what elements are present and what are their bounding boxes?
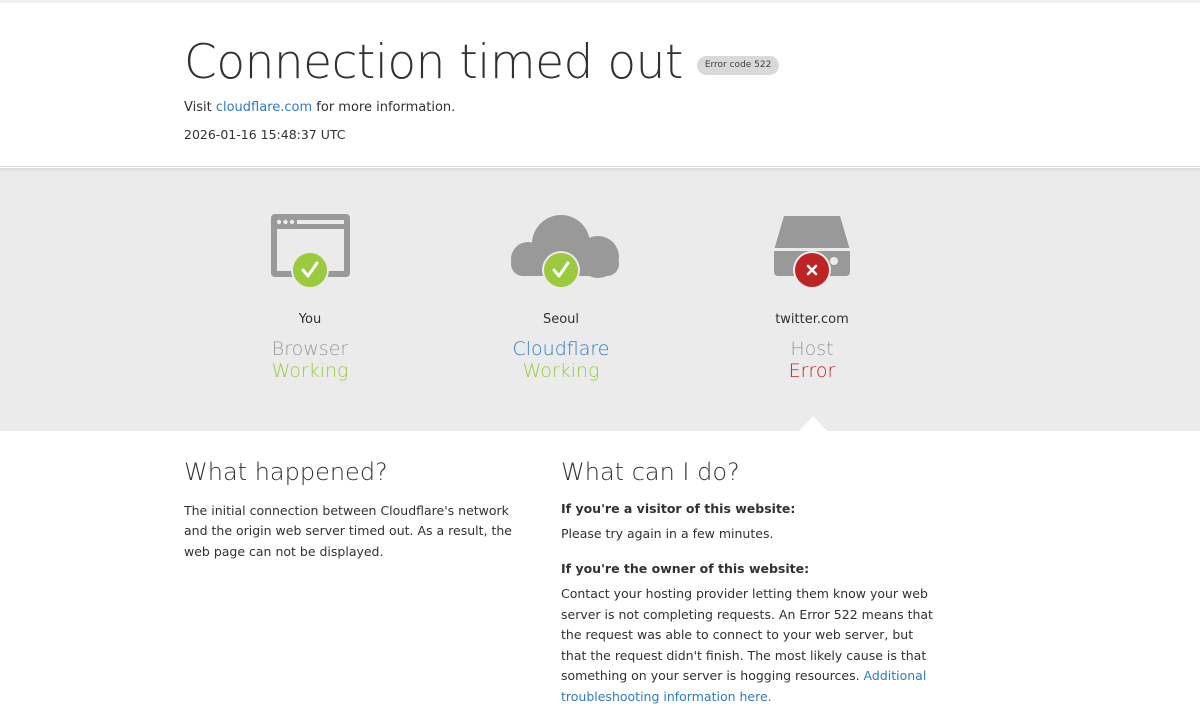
node-location: twitter.com — [775, 312, 849, 327]
node-status: Working — [271, 359, 349, 382]
node-location: Seoul — [542, 312, 580, 327]
server-icon-wrap — [722, 212, 902, 292]
timestamp: 2026-01-16 15:48:37 UTC — [184, 127, 346, 142]
page-title: Connection timed out — [184, 35, 683, 90]
what-happened-body: The initial connection between Cloudflar… — [184, 502, 512, 559]
title-row: Connection timed out Error code 522 — [184, 35, 780, 90]
check-icon — [291, 251, 329, 289]
visitor-heading: If you're a visitor of this website: — [561, 500, 796, 516]
error-header: Connection timed out Error code 522 Visi… — [0, 3, 1200, 167]
node-host: twitter.com Host Error — [722, 212, 902, 383]
node-location: You — [298, 312, 322, 327]
visit-prefix: Visit — [184, 100, 216, 115]
what-happened-section: What happened? The initial connection be… — [184, 458, 536, 562]
node-kind: Cloudflare — [512, 338, 610, 360]
visit-suffix: for more information. — [312, 100, 456, 115]
node-browser: You Browser Working — [220, 212, 400, 383]
node-status: Working — [522, 359, 600, 382]
error-code-badge: Error code 522 — [696, 56, 780, 75]
check-icon — [542, 251, 580, 289]
node-kind: Host — [790, 338, 834, 360]
cloud-icon-wrap — [471, 212, 651, 292]
cloudflare-link[interactable]: cloudflare.com — [216, 100, 312, 115]
what-happened-heading: What happened? — [184, 458, 388, 486]
what-can-i-do-heading: What can I do? — [561, 458, 740, 486]
owner-body: Contact your hosting provider letting th… — [561, 584, 933, 707]
what-can-i-do-section: What can I do? If you're a visitor of th… — [561, 458, 933, 707]
browser-icon-wrap — [220, 212, 400, 292]
error-pointer — [798, 416, 828, 432]
owner-heading: If you're the owner of this website: — [561, 561, 810, 577]
node-status: Error — [788, 359, 836, 382]
node-cloudflare: Seoul Cloudflare Working — [471, 212, 651, 383]
node-kind: Browser — [271, 338, 349, 360]
x-icon — [793, 251, 831, 289]
visit-line: Visit cloudflare.com for more informatio… — [184, 100, 455, 115]
visitor-body: Please try again in a few minutes. — [561, 525, 774, 541]
